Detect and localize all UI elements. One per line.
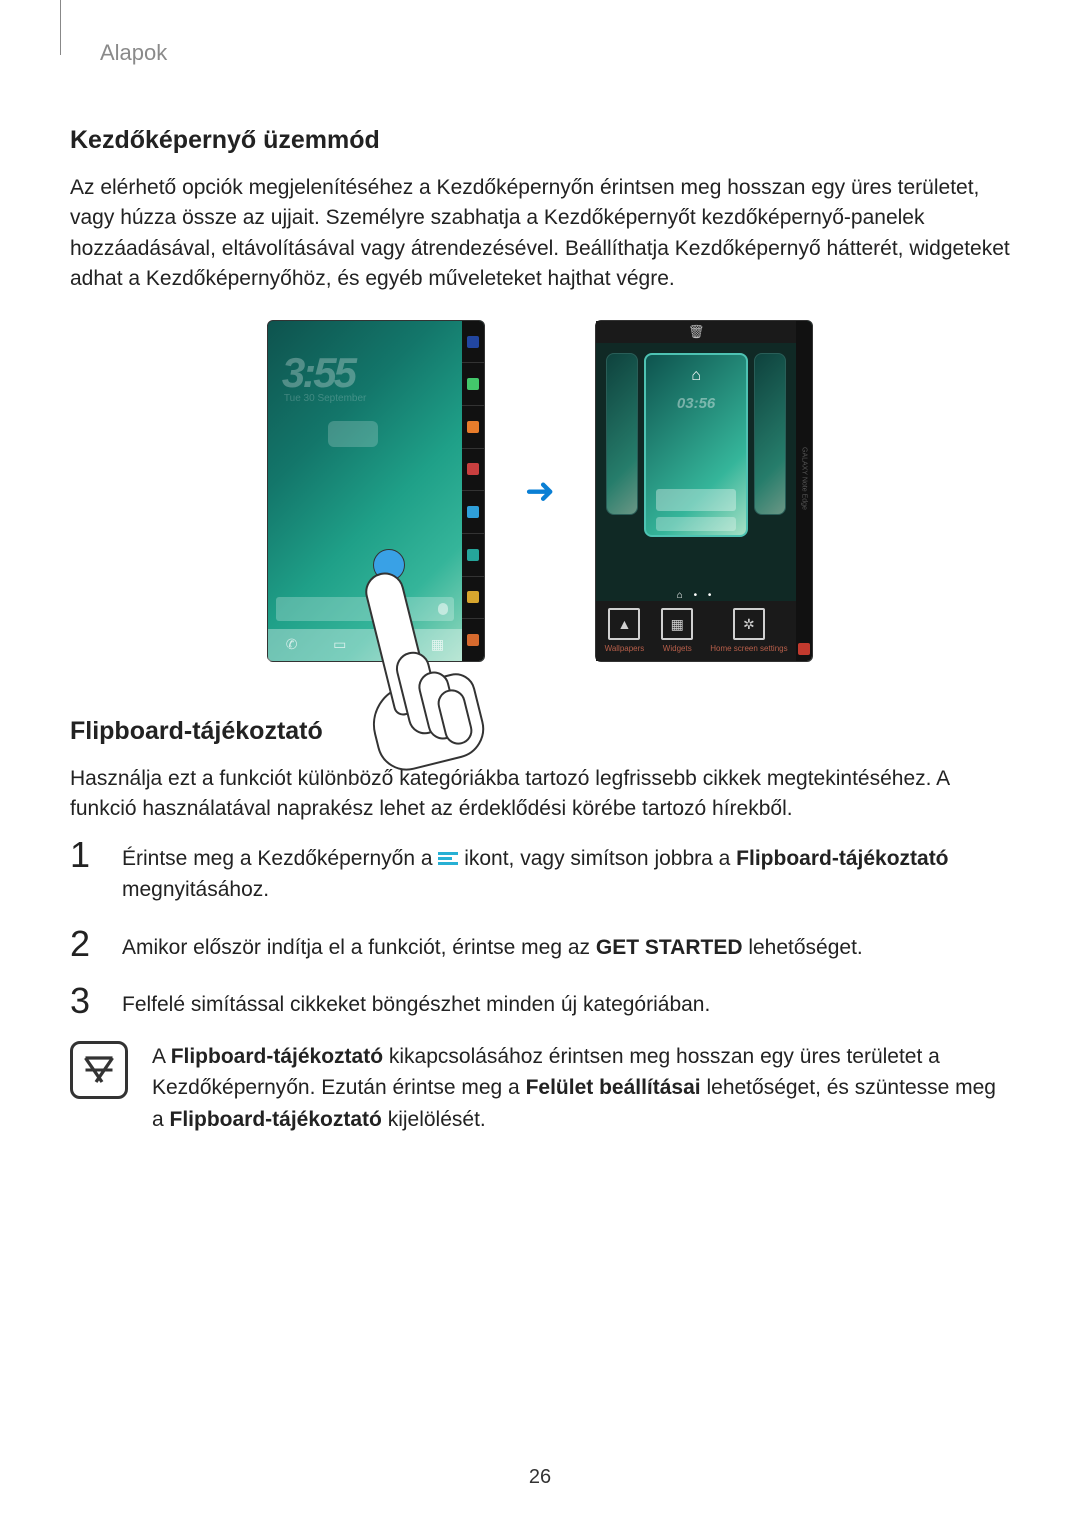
contacts-icon: ▭ (333, 636, 346, 653)
apps-grid-icon (467, 634, 479, 646)
fig-opt-wallpapers-label: Wallpapers (605, 644, 645, 653)
step-3-a: Felfelé simítással cikkeket böngészhet m… (122, 993, 710, 1016)
snote-icon (798, 643, 810, 655)
note-b1: Flipboard-tájékoztató (171, 1045, 383, 1068)
para-flipboard: Használja ezt a funkciót különböző kateg… (70, 764, 1010, 825)
home-icon: ⌂ (691, 367, 701, 385)
step-2-b: lehetőséget. (743, 936, 863, 959)
figure-home-screen-edit: 3:55 Tue 30 September ✆ ▭ ▭ ▦ (70, 320, 1010, 662)
fig-opt-settings: ✲ Home screen settings (710, 608, 787, 653)
fig-edge-panel (462, 321, 484, 661)
fig-thumb-bar (656, 489, 736, 511)
camera-app-icon (467, 549, 479, 561)
note-icon (70, 1041, 128, 1099)
fig-clock: 3:55 (282, 349, 354, 397)
fig-panel-left (606, 353, 638, 515)
star-icon (467, 336, 479, 348)
wallpaper-icon: ▲ (608, 608, 640, 640)
fig-topstrip: 🗑 (596, 321, 796, 343)
fig-opt-settings-label: Home screen settings (710, 644, 787, 653)
page-number: 26 (0, 1466, 1080, 1489)
figure-phone-before: 3:55 Tue 30 September ✆ ▭ ▭ ▦ (267, 320, 485, 662)
step-number-1: 1 (70, 837, 100, 873)
chapter-label: Alapok (70, 40, 1010, 66)
step-1: 1 Érintse meg a Kezdőképernyőn a ikont, … (70, 837, 1010, 906)
apps-icon: ▦ (431, 636, 444, 653)
contacts-app-icon (467, 421, 479, 433)
fig-edge-text: GALAXY Note Edge (801, 447, 808, 510)
fig-date: Tue 30 September (284, 393, 366, 404)
note-b2: Felület beállításai (526, 1076, 701, 1099)
fig-opt-wallpapers: ▲ Wallpapers (605, 608, 645, 653)
fig-panel-main: ⌂ 03:56 (644, 353, 748, 537)
step-2-a: Amikor először indítja el a funkciót, ér… (122, 936, 596, 959)
page: Alapok Kezdőképernyő üzemmód Az elérhető… (0, 0, 1080, 1527)
fig-nav-bar: ✆ ▭ ▭ ▦ (268, 629, 462, 661)
phone-app-icon (467, 378, 479, 390)
heading-home-screen-mode: Kezdőképernyő üzemmód (70, 126, 1010, 155)
note-e: kijelölését. (382, 1108, 486, 1131)
gallery-app-icon (467, 591, 479, 603)
note-block: A Flipboard-tájékoztató kikapcsolásához … (70, 1041, 1010, 1136)
step-1-bold: Flipboard-tájékoztató (736, 847, 948, 870)
para-home-screen-mode: Az elérhető opciók megjelenítéséhez a Ke… (70, 173, 1010, 295)
step-2: 2 Amikor először indítja el a funkciót, … (70, 926, 1010, 964)
trash-icon: 🗑 (688, 324, 705, 340)
step-1-a: Érintse meg a Kezdőképernyőn a (122, 847, 438, 870)
step-1-c: megnyitásához. (122, 878, 269, 901)
fig-edge-panel-2: GALAXY Note Edge (796, 321, 812, 661)
step-3-text: Felfelé simítással cikkeket böngészhet m… (122, 983, 710, 1021)
fig-search-bar (276, 597, 454, 621)
top-rule (50, 0, 61, 55)
fig-options-row: ▲ Wallpapers ▦ Widgets ✲ Home screen set… (596, 601, 796, 661)
note-text: A Flipboard-tájékoztató kikapcsolásához … (152, 1041, 1010, 1136)
phone-icon: ✆ (286, 636, 298, 653)
fig-thumb-nav (656, 517, 736, 531)
widgets-icon: ▦ (661, 608, 693, 640)
step-3: 3 Felfelé simítással cikkeket böngészhet… (70, 983, 1010, 1021)
mic-icon (438, 603, 448, 615)
fig-thumb-clock: 03:56 (677, 395, 715, 412)
step-1-b: ikont, vagy simítson jobbra a (464, 847, 736, 870)
fig-panel-right (754, 353, 786, 515)
messages-icon: ▭ (382, 636, 395, 653)
heading-flipboard: Flipboard-tájékoztató (70, 717, 1010, 746)
step-2-bold: GET STARTED (596, 936, 743, 959)
gear-icon: ✲ (733, 608, 765, 640)
fig-opt-widgets: ▦ Widgets (661, 608, 693, 653)
note-a: A (152, 1045, 171, 1068)
flipboard-tile-icon (438, 852, 458, 866)
step-number-3: 3 (70, 983, 100, 1019)
step-2-text: Amikor először indítja el a funkciót, ér… (122, 926, 863, 964)
step-1-text: Érintse meg a Kezdőképernyőn a ikont, va… (122, 837, 1010, 906)
mail-app-icon (467, 463, 479, 475)
step-number-2: 2 (70, 926, 100, 962)
fig-widget-blur (328, 421, 378, 447)
browser-app-icon (467, 506, 479, 518)
fig-opt-widgets-label: Widgets (663, 644, 692, 653)
note-b3: Flipboard-tájékoztató (170, 1108, 382, 1131)
figure-phone-after: 🗑 ⌂ 03:56 ⌂ • • ▲ Wallpapers (595, 320, 813, 662)
arrow-right-icon: ➜ (525, 470, 555, 512)
fig-page-dots: ⌂ • • (596, 590, 796, 601)
